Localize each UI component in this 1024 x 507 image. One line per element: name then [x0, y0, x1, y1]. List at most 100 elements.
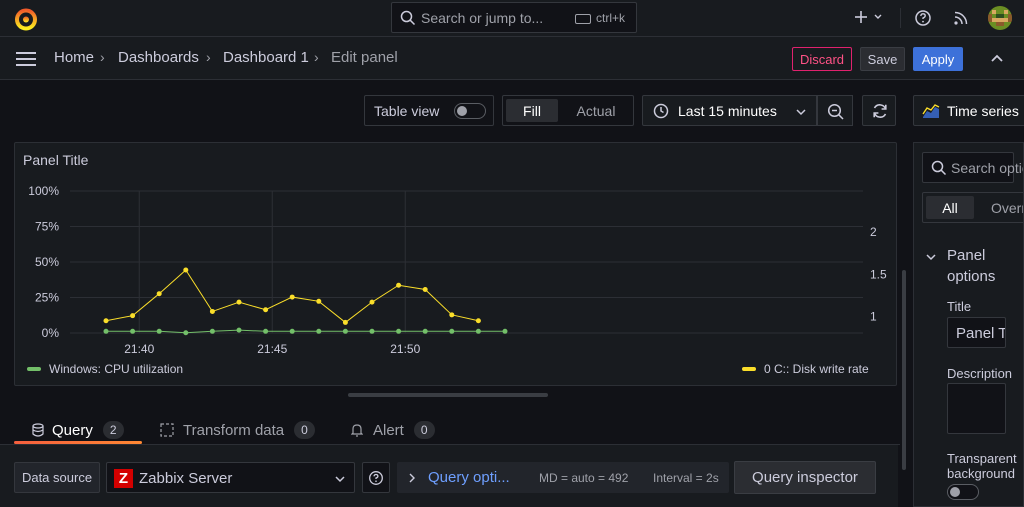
tab-transform[interactable]: Transform data 0 — [160, 417, 315, 443]
options-tab-overrides[interactable]: Overrides — [991, 200, 1023, 216]
data-point — [369, 299, 375, 305]
zoom-out-button[interactable] — [817, 95, 853, 126]
options-search-input[interactable]: Search options — [922, 152, 1023, 183]
zabbix-logo-icon: Z — [114, 469, 133, 488]
visualization-picker[interactable]: Time series — [913, 95, 1024, 126]
data-point — [156, 328, 162, 334]
tab-alert-count: 0 — [413, 421, 435, 439]
title-input[interactable]: Panel Title — [947, 317, 1006, 348]
search-placeholder: Search or jump to... — [421, 10, 544, 26]
query-inspector-button[interactable]: Query inspector — [734, 461, 876, 494]
x-tick-label: 21:45 — [257, 342, 287, 356]
data-source-value: Zabbix Server — [139, 470, 233, 487]
options-search-placeholder: Search options — [951, 160, 1023, 176]
chevron-right-icon: › — [314, 49, 319, 65]
series-line-0 — [106, 329, 505, 334]
bell-icon — [351, 424, 363, 437]
panel-resize-handle[interactable] — [348, 393, 548, 397]
save-button[interactable]: Save — [860, 47, 905, 71]
data-point — [449, 328, 455, 334]
data-point — [183, 330, 189, 336]
visualization-label: Time series — [947, 103, 1019, 119]
data-source-help-button[interactable] — [362, 462, 390, 493]
menu-icon[interactable] — [16, 52, 36, 66]
table-view-label: Table view — [374, 103, 440, 119]
clock-icon — [653, 103, 669, 119]
tab-query-label: Query — [52, 421, 93, 439]
legend-item-cpu[interactable]: Windows: CPU utilization — [27, 362, 183, 376]
actual-option[interactable]: Actual — [563, 99, 629, 122]
switch-knob — [950, 487, 960, 497]
transform-icon — [160, 423, 174, 437]
data-point — [396, 282, 402, 288]
options-filter-toggle: All Overrides — [922, 192, 1023, 223]
max-data-points: MD = auto = 492 — [539, 471, 629, 485]
description-field-label: Description — [947, 366, 1013, 381]
tab-alert[interactable]: Alert 0 — [351, 417, 435, 443]
data-point — [263, 328, 269, 334]
plus-icon[interactable] — [853, 8, 885, 28]
tab-query[interactable]: Query 2 — [32, 417, 124, 443]
data-point — [396, 328, 402, 334]
table-view-toggle[interactable]: Table view — [364, 95, 494, 126]
tab-alert-label: Alert — [373, 421, 404, 439]
data-point — [156, 291, 162, 297]
data-point — [289, 294, 295, 300]
query-options-toggle[interactable]: Query opti... MD = auto = 492 Interval =… — [397, 462, 729, 493]
legend-item-disk[interactable]: 0 C:: Disk write rate — [742, 362, 869, 376]
x-tick-label: 21:40 — [124, 342, 154, 356]
table-view-switch[interactable] — [454, 103, 486, 119]
data-point — [209, 308, 215, 314]
y-left-tick-label: 75% — [35, 220, 59, 234]
help-circle-icon — [369, 471, 383, 485]
breadcrumb-dashboard[interactable]: Dashboard 1 — [223, 49, 309, 66]
time-series-chart[interactable]: 0% 25% 50% 75% 100% 1 1.5 2 21:40 21:45 21:50 — [15, 143, 898, 387]
data-point — [502, 328, 508, 334]
nav-bar: Home › Dashboards › Dashboard 1 › Edit p… — [0, 37, 1024, 80]
legend-label-cpu: Windows: CPU utilization — [49, 362, 184, 376]
data-point — [422, 286, 428, 292]
data-point — [316, 328, 322, 334]
fill-actual-toggle: Fill Actual — [502, 95, 634, 126]
data-source-select[interactable]: Z Zabbix Server — [106, 462, 355, 493]
y-right-tick-label: 1.5 — [870, 267, 887, 281]
data-point — [263, 307, 269, 313]
editor-scrollbar[interactable] — [902, 270, 906, 470]
user-avatar[interactable] — [988, 6, 1012, 30]
top-bar: Search or jump to... ctrl+k — [0, 0, 1024, 37]
rss-icon[interactable] — [952, 8, 970, 28]
help-circle-icon[interactable] — [914, 8, 932, 28]
time-series-icon — [922, 104, 940, 118]
chevron-right-icon — [409, 473, 415, 483]
y-left-tick-label: 25% — [35, 291, 59, 305]
apply-button[interactable]: Apply — [913, 47, 963, 71]
transparent-switch[interactable] — [947, 484, 979, 500]
zoom-out-icon — [827, 103, 844, 120]
breadcrumb-dashboards[interactable]: Dashboards — [118, 49, 199, 66]
discard-button[interactable]: Discard — [792, 47, 852, 71]
data-point — [183, 267, 189, 273]
tab-transform-count: 0 — [294, 421, 315, 439]
data-point — [449, 312, 455, 318]
y-left-tick-label: 50% — [35, 255, 59, 269]
tab-query-count: 2 — [102, 421, 124, 439]
fill-option[interactable]: Fill — [506, 99, 558, 122]
search-shortcut: ctrl+k — [596, 11, 626, 25]
refresh-button[interactable] — [862, 95, 896, 126]
data-point — [475, 318, 481, 324]
data-point — [289, 328, 295, 334]
description-textarea[interactable] — [947, 383, 1006, 434]
x-tick-label: 21:50 — [390, 342, 420, 356]
chevron-down-icon — [926, 254, 936, 261]
transparent-field-label: Transparent background — [947, 451, 1017, 481]
breadcrumb-home[interactable]: Home — [54, 49, 94, 66]
refresh-icon — [873, 104, 887, 118]
query-options-label: Query opti... — [428, 469, 510, 486]
data-point — [342, 328, 348, 334]
time-range-picker[interactable]: Last 15 minutes — [642, 95, 817, 126]
options-tab-all[interactable]: All — [926, 196, 974, 219]
grafana-logo-icon[interactable] — [14, 7, 38, 31]
chevron-up-icon[interactable] — [989, 52, 1005, 64]
search-input[interactable]: Search or jump to... ctrl+k — [391, 2, 637, 33]
legend-swatch-cpu — [27, 367, 41, 371]
